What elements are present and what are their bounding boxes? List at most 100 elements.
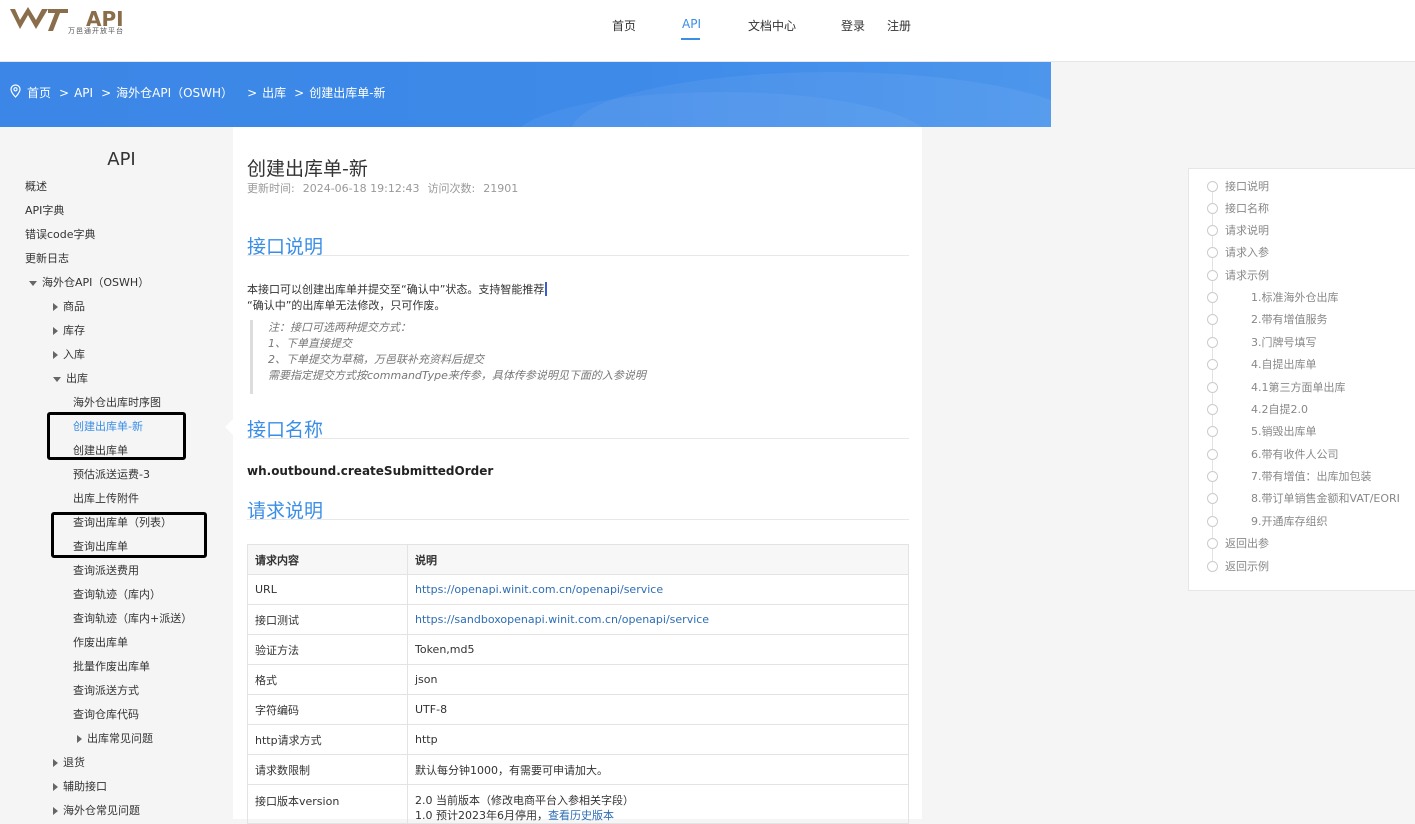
toc-dot — [1207, 247, 1218, 258]
url-link[interactable]: https://openapi.winit.com.cn/openapi/ser… — [415, 583, 663, 596]
table-cell-key: 接口测试 — [247, 604, 408, 635]
toc-item[interactable]: 4.自提出库单 — [1251, 356, 1317, 372]
sidebar-item-upload-attachment[interactable]: 出库上传附件 — [73, 490, 139, 506]
toc-dot — [1207, 314, 1218, 325]
sidebar-item-sequence-diagram[interactable]: 海外仓出库时序图 — [73, 394, 161, 410]
toc-dot — [1207, 337, 1218, 348]
toc-dot — [1207, 426, 1218, 437]
text-cursor — [545, 282, 548, 296]
version-legacy-text: 1.0 预计2023年6月停用， — [415, 809, 548, 822]
sidebar-item-auxiliary[interactable]: 辅助接口 — [53, 778, 107, 794]
caret-down-icon — [29, 280, 37, 286]
sidebar-item-inventory[interactable]: 库存 — [53, 322, 85, 338]
highlight-box — [51, 512, 207, 558]
nav-docs[interactable]: 文档中心 — [748, 17, 796, 34]
toc-item[interactable]: 返回示例 — [1225, 558, 1269, 574]
section-divider — [247, 519, 909, 520]
toc-item[interactable]: 7.带有增值：出库加包装 — [1251, 468, 1372, 484]
table-row: 字符编码 UTF-8 — [247, 694, 909, 725]
version-current: 2.0 当前版本（修改电商平台入参相关字段） — [415, 794, 634, 807]
section-divider — [247, 438, 909, 439]
toc-item[interactable]: 接口名称 — [1225, 200, 1269, 216]
sidebar-item-label: 辅助接口 — [63, 780, 107, 793]
breadcrumb-banner: 首页 > API > 海外仓API（OSWH） > 出库 > 创建出库单-新 — [0, 62, 1051, 127]
toc-item[interactable]: 5.销毁出库单 — [1251, 423, 1317, 439]
toc-item[interactable]: 接口说明 — [1225, 178, 1269, 194]
sidebar-item-overview[interactable]: 概述 — [25, 178, 47, 194]
visits-label: 访问次数: — [427, 182, 476, 195]
caret-right-icon — [53, 807, 58, 815]
toc-item[interactable]: 4.1第三方面单出库 — [1251, 379, 1346, 395]
breadcrumb-api[interactable]: API — [74, 86, 93, 100]
visits-value: 21901 — [483, 182, 519, 195]
sidebar-item-changelog[interactable]: 更新日志 — [25, 250, 69, 266]
sidebar-item-oswh[interactable]: 海外仓API（OSWH） — [29, 274, 149, 290]
description-line: 本接口可以创建出库单并提交至“确认中”状态。支持智能推荐 — [247, 281, 548, 297]
description-line: “确认中”的出库单无法修改，只可作废。 — [247, 299, 446, 312]
section-divider — [247, 255, 909, 256]
toc-dot — [1207, 493, 1218, 504]
toc-track — [1212, 185, 1213, 569]
sandbox-url-link[interactable]: https://sandboxopenapi.winit.com.cn/open… — [415, 613, 709, 626]
toc-item[interactable]: 请求说明 — [1225, 222, 1269, 238]
toc-item[interactable]: 9.开通库存组织 — [1251, 513, 1328, 529]
table-row: 接口版本version 2.0 当前版本（修改电商平台入参相关字段） 1.0 预… — [247, 784, 909, 824]
table-of-contents: 接口说明 接口名称 请求说明 请求入参 请求示例 1.标准海外仓出库 2.带有增… — [1188, 168, 1415, 591]
breadcrumb-outbound[interactable]: 出库 — [262, 84, 286, 101]
table-cell-key: 验证方法 — [247, 634, 408, 665]
sidebar-item-label: 入库 — [63, 348, 85, 361]
breadcrumb-separator: > — [294, 85, 305, 100]
sidebar-item-batch-void[interactable]: 批量作废出库单 — [73, 658, 150, 674]
updated-value: 2024-06-18 19:12:43 — [302, 182, 420, 195]
sidebar-item-returns[interactable]: 退货 — [53, 754, 85, 770]
toc-item[interactable]: 4.2自提2.0 — [1251, 401, 1308, 417]
sidebar-item-label: 出库常见问题 — [87, 732, 153, 745]
table-cell-key: 接口版本version — [247, 784, 408, 824]
sidebar-item-track-warehouse[interactable]: 查询轨迹（库内） — [73, 586, 161, 602]
toc-dot — [1207, 382, 1218, 393]
sidebar-item-api-dictionary[interactable]: API字典 — [25, 202, 64, 218]
toc-item[interactable]: 2.带有增值服务 — [1251, 311, 1328, 327]
toc-item[interactable]: 返回出参 — [1225, 535, 1269, 551]
table-cell-key: 请求数限制 — [247, 754, 408, 785]
nav-home[interactable]: 首页 — [612, 17, 636, 34]
sidebar-item-query-delivery-fee[interactable]: 查询派送费用 — [73, 562, 139, 578]
sidebar-item-outbound[interactable]: 出库 — [53, 370, 88, 386]
table-cell-key: 字符编码 — [247, 694, 408, 725]
toc-dot — [1207, 561, 1218, 572]
toc-item[interactable]: 1.标准海外仓出库 — [1251, 289, 1339, 305]
sidebar-item-track-delivery[interactable]: 查询轨迹（库内+派送） — [73, 610, 192, 626]
sidebar: API 概述 API字典 错误code字典 更新日志 海外仓API（OSWH） … — [10, 127, 233, 819]
nav-login[interactable]: 登录 — [841, 17, 865, 34]
toc-item[interactable]: 3.门牌号填写 — [1251, 334, 1317, 350]
toc-dot — [1207, 449, 1218, 460]
caret-right-icon — [53, 327, 58, 335]
sidebar-item-estimate-fee[interactable]: 预估派送运费-3 — [73, 466, 150, 482]
sidebar-item-void-order[interactable]: 作废出库单 — [73, 634, 128, 650]
nav-api[interactable]: API — [682, 17, 701, 31]
table-cell-value: 2.0 当前版本（修改电商平台入参相关字段） 1.0 预计2023年6月停用，查… — [407, 784, 909, 824]
sidebar-item-delivery-methods[interactable]: 查询派送方式 — [73, 682, 139, 698]
table-cell-value: json — [407, 664, 909, 695]
breadcrumb-home[interactable]: 首页 — [27, 84, 51, 101]
toc-dot — [1207, 516, 1218, 527]
api-method-name: wh.outbound.createSubmittedOrder — [247, 464, 494, 478]
toc-item[interactable]: 6.带有收件人公司 — [1251, 446, 1339, 462]
history-version-link[interactable]: 查看历史版本 — [548, 809, 614, 822]
version-legacy: 1.0 预计2023年6月停用，查看历史版本 — [415, 808, 901, 823]
sidebar-item-label: 库存 — [63, 324, 85, 337]
sidebar-item-product[interactable]: 商品 — [53, 298, 85, 314]
sidebar-item-inbound[interactable]: 入库 — [53, 346, 85, 362]
table-cell-value: UTF-8 — [407, 694, 909, 725]
toc-item[interactable]: 8.带订单销售金额和VAT/EORI — [1251, 490, 1400, 506]
sidebar-item-warehouse-codes[interactable]: 查询仓库代码 — [73, 706, 139, 722]
nav-register[interactable]: 注册 — [887, 17, 911, 34]
sidebar-item-error-codes[interactable]: 错误code字典 — [25, 226, 96, 242]
toc-item[interactable]: 请求示例 — [1225, 267, 1269, 283]
sidebar-item-warehouse-faq[interactable]: 海外仓常见问题 — [53, 802, 140, 818]
toc-item[interactable]: 请求入参 — [1225, 244, 1269, 260]
sidebar-item-outbound-faq[interactable]: 出库常见问题 — [77, 730, 153, 746]
breadcrumb-oswh[interactable]: 海外仓API（OSWH） — [116, 84, 233, 101]
table-header-row: 请求内容 说明 — [247, 544, 909, 575]
location-pin-icon — [10, 84, 21, 101]
